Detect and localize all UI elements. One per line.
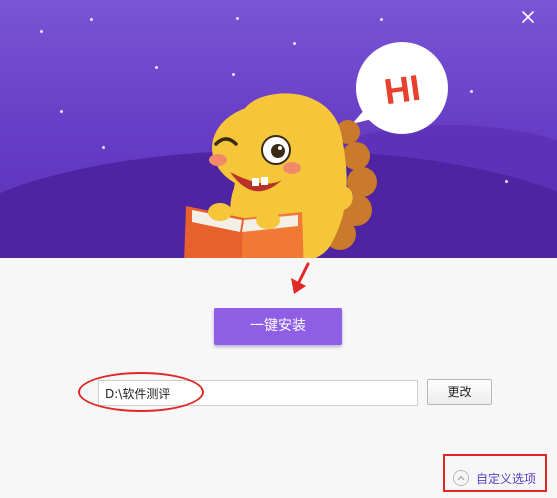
star <box>90 18 93 21</box>
one-click-install-button[interactable]: 一键安装 <box>214 308 342 345</box>
star <box>60 110 63 113</box>
change-path-button[interactable]: 更改 <box>427 379 492 405</box>
mascot-hand <box>208 203 232 221</box>
star <box>102 146 105 149</box>
mascot-cheek <box>209 154 227 166</box>
star <box>505 180 508 183</box>
banner: HI <box>0 0 557 258</box>
annotation-arrow <box>291 262 310 294</box>
close-icon <box>522 11 534 23</box>
custom-options-label: 自定义选项 <box>476 471 537 486</box>
close-button[interactable] <box>517 6 539 28</box>
mascot-cheek <box>283 162 301 174</box>
chevron-up-icon <box>453 470 469 486</box>
install-path-input[interactable] <box>98 380 418 406</box>
action-area <box>0 258 557 498</box>
star <box>155 66 158 69</box>
star <box>40 30 43 33</box>
star <box>470 90 473 93</box>
speech-bubble-text: HI <box>382 67 423 113</box>
mascot-hand <box>256 211 280 229</box>
installer-window: HI 一键安装 D:\软件测评 更改 自定义选项 <box>0 0 557 498</box>
speech-bubble: HI <box>352 42 448 134</box>
custom-options-link[interactable]: 自定义选项 <box>453 469 536 487</box>
mascot-illustration: HI <box>184 42 448 258</box>
